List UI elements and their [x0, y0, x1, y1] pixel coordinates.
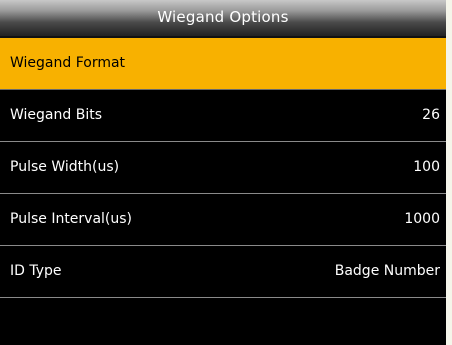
- menu-item-value: 26: [422, 107, 440, 123]
- page-title: Wiegand Options: [157, 8, 289, 26]
- device-display: Wiegand Options Wiegand Format Wiegand B…: [0, 0, 446, 345]
- screen-frame: Wiegand Options Wiegand Format Wiegand B…: [0, 0, 452, 345]
- menu-item-id-type[interactable]: ID Type Badge Number: [0, 246, 446, 298]
- menu-item-label: ID Type: [10, 263, 62, 279]
- title-bar: Wiegand Options: [0, 0, 446, 38]
- menu-item-value: 1000: [404, 211, 440, 227]
- options-menu: Wiegand Format Wiegand Bits 26 Pulse Wid…: [0, 38, 446, 298]
- menu-item-label: Pulse Interval(us): [10, 211, 133, 227]
- menu-item-wiegand-format[interactable]: Wiegand Format: [0, 38, 446, 90]
- menu-item-label: Pulse Width(us): [10, 159, 120, 175]
- menu-item-pulse-interval[interactable]: Pulse Interval(us) 1000: [0, 194, 446, 246]
- menu-item-value: 100: [413, 159, 440, 175]
- menu-item-value: Badge Number: [334, 263, 440, 279]
- menu-item-label: Wiegand Format: [10, 55, 126, 71]
- menu-item-wiegand-bits[interactable]: Wiegand Bits 26: [0, 90, 446, 142]
- menu-item-pulse-width[interactable]: Pulse Width(us) 100: [0, 142, 446, 194]
- menu-item-label: Wiegand Bits: [10, 107, 102, 123]
